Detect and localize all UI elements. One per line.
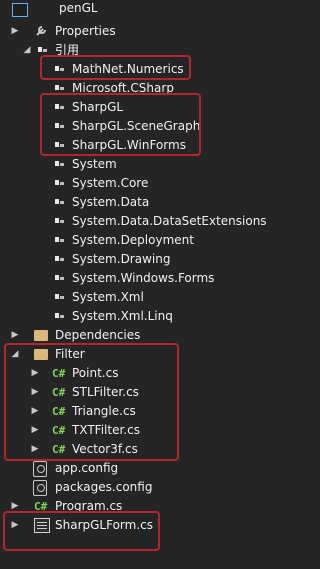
reference-icon — [52, 271, 68, 286]
tree-item-label: app.config — [55, 461, 119, 475]
reference-item[interactable]: System.Drawing — [0, 250, 281, 269]
reference-item[interactable]: System.Data.DataSetExtensions — [0, 212, 281, 231]
reference-icon — [52, 195, 68, 210]
reference-label: System.Drawing — [72, 252, 171, 266]
reference-icon — [52, 309, 68, 324]
reference-item[interactable]: System.Xml.Linq — [0, 307, 281, 326]
collapse-arrow-icon[interactable]: ◢ — [22, 44, 32, 56]
tree-item-label: Properties — [55, 24, 116, 38]
project-icon — [12, 3, 28, 17]
highlight-box-sharpgl — [40, 93, 201, 156]
highlight-box-filter — [4, 343, 179, 461]
reference-item[interactable]: System.Core — [0, 174, 281, 193]
reference-icon — [52, 214, 68, 229]
reference-label: System.Data.DataSetExtensions — [72, 214, 267, 228]
solution-explorer-tree: penGL ▶ Properties ◢ 引用 MathNet.Numerics… — [0, 0, 281, 569]
reference-label: System.Core — [72, 176, 149, 190]
reference-icon — [52, 176, 68, 191]
project-name: penGL — [59, 1, 98, 15]
reference-item[interactable]: System — [0, 155, 281, 174]
reference-icon — [52, 233, 68, 248]
reference-label: System.Data — [72, 195, 150, 209]
expand-arrow-icon[interactable]: ▶ — [10, 329, 20, 341]
tree-item-app-config[interactable]: app.config — [0, 459, 281, 478]
expand-arrow-icon[interactable]: ▶ — [10, 25, 20, 37]
tree-item-properties[interactable]: ▶ Properties — [0, 22, 281, 41]
highlight-box-mathnet — [40, 55, 191, 80]
reference-label: System.Xml.Linq — [72, 309, 173, 323]
reference-item[interactable]: System.Windows.Forms — [0, 269, 281, 288]
tree-item-label: Dependencies — [55, 328, 141, 342]
reference-icon — [52, 252, 68, 267]
reference-icon — [52, 290, 68, 305]
reference-icon — [52, 157, 68, 172]
reference-label: System.Deployment — [72, 233, 194, 247]
reference-item[interactable]: System.Xml — [0, 288, 281, 307]
reference-label: System.Windows.Forms — [72, 271, 215, 285]
reference-item[interactable]: System.Data — [0, 193, 281, 212]
highlight-box-sharpgl-form — [3, 511, 160, 551]
reference-label: System.Xml — [72, 290, 144, 304]
tree-item-packages-config[interactable]: packages.config — [0, 478, 281, 497]
config-file-icon — [33, 480, 47, 496]
reference-item[interactable]: System.Deployment — [0, 231, 281, 250]
wrench-icon — [34, 24, 50, 39]
tree-item-label: packages.config — [55, 480, 153, 494]
project-node[interactable]: penGL — [0, 0, 281, 19]
reference-label: System — [72, 157, 117, 171]
folder-icon — [34, 330, 48, 341]
config-file-icon — [33, 461, 47, 477]
